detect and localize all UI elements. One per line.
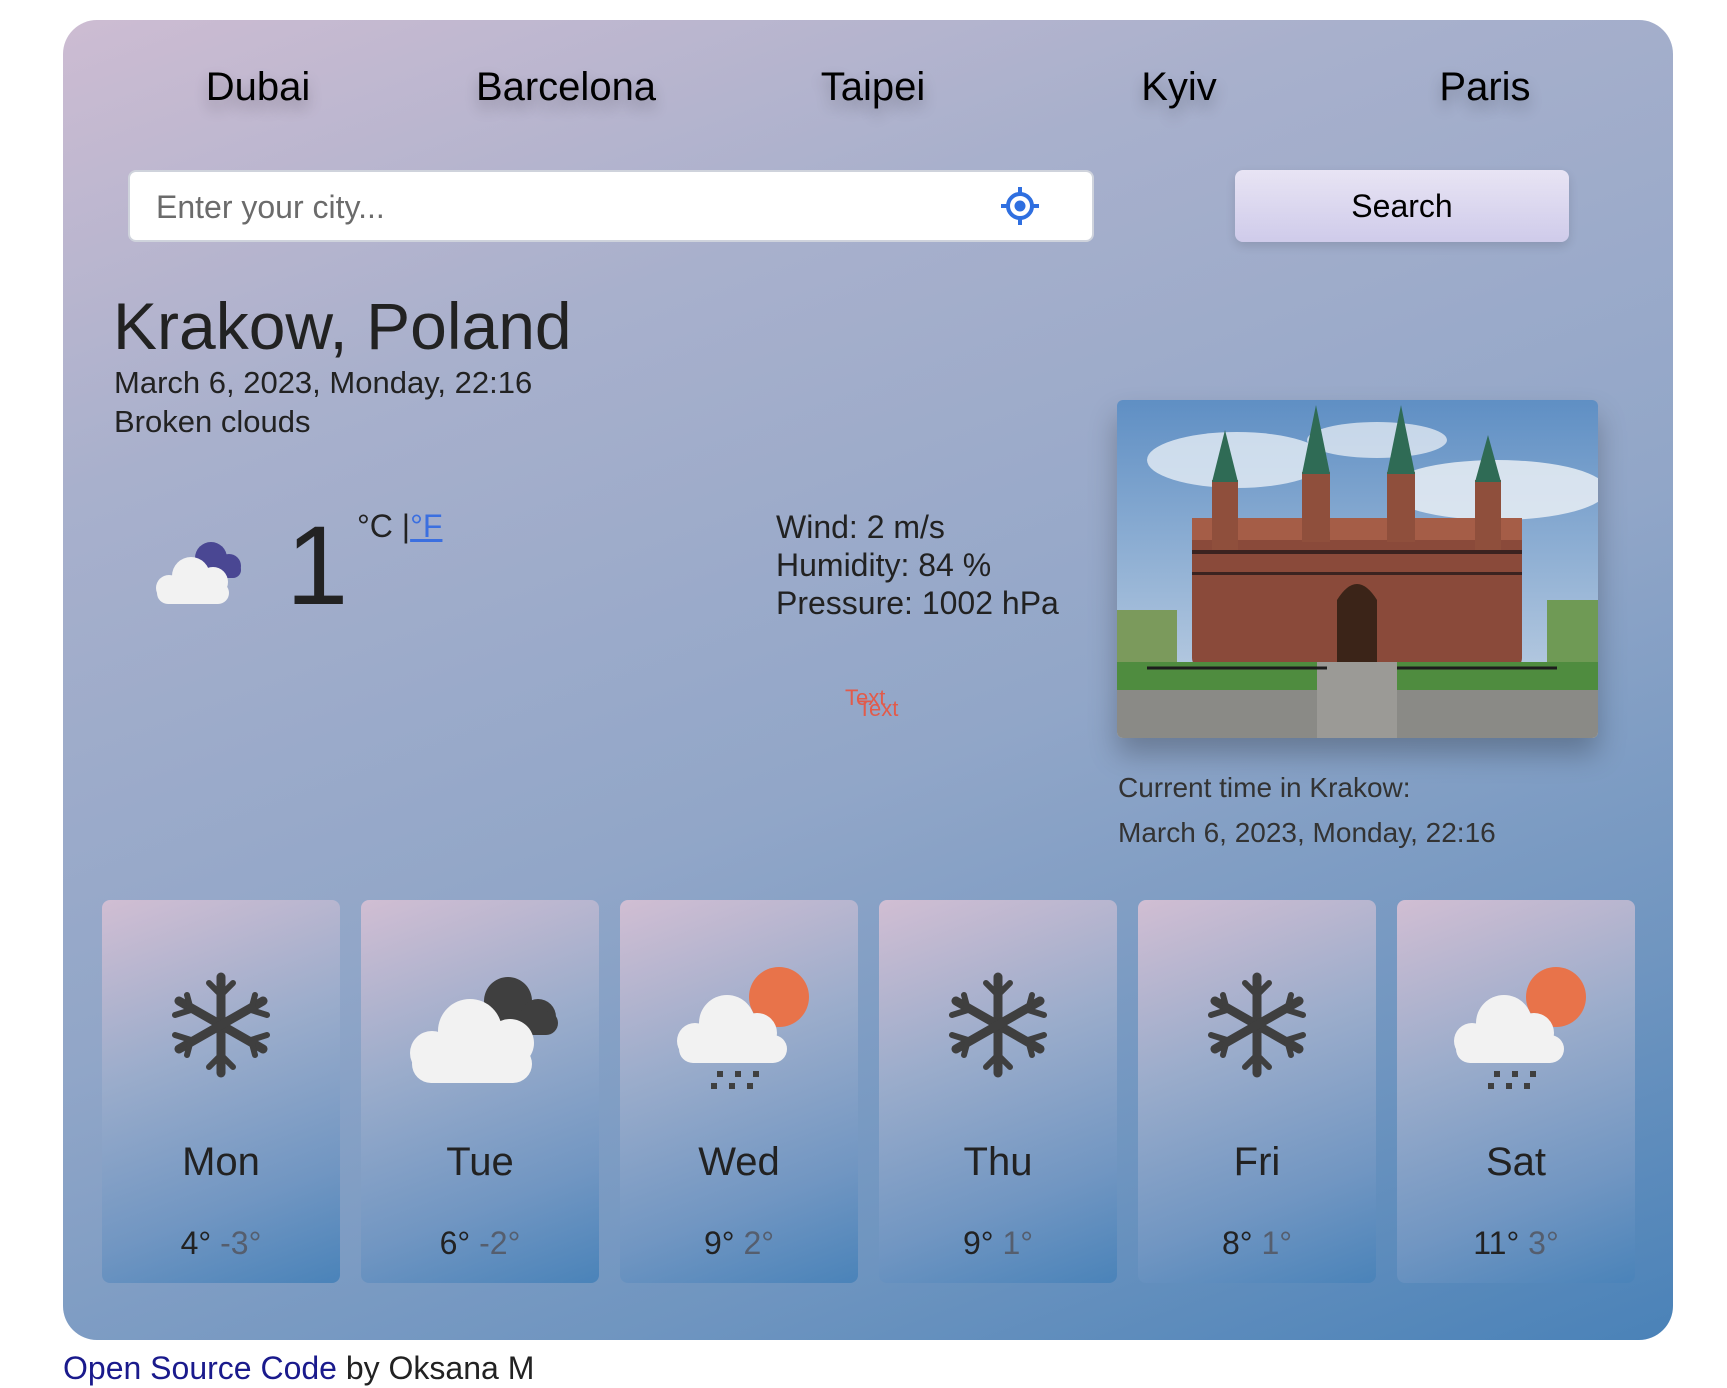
forecast-day-name: Mon xyxy=(182,1140,260,1184)
forecast-min: -3° xyxy=(220,1225,262,1261)
forecast-day-card: Thu 9° 1° xyxy=(879,900,1117,1283)
forecast-day-name: Tue xyxy=(446,1140,514,1184)
location-icon[interactable] xyxy=(1000,186,1040,226)
forecast-day-card: Sat 11° 3° xyxy=(1397,900,1635,1283)
city-photo xyxy=(1117,400,1598,738)
celsius-unit[interactable]: °C | xyxy=(357,508,410,544)
weather-details: Wind: 2 m/s Humidity: 84 % Pressure: 100… xyxy=(776,508,1059,622)
forecast-max: 4° xyxy=(180,1225,212,1261)
forecast-day-name: Wed xyxy=(698,1140,780,1184)
weather-description: Broken clouds xyxy=(114,404,311,439)
forecast-max: 11° xyxy=(1473,1225,1520,1261)
current-temperature: 1 xyxy=(286,503,349,628)
unit-toggle: °C |°F xyxy=(357,508,442,545)
forecast-day-card: Fri 8° 1° xyxy=(1138,900,1376,1283)
forecast-min: 1° xyxy=(1261,1225,1293,1261)
current-time-label: Current time in Krakow: xyxy=(1118,772,1411,803)
city-title: Krakow, Poland xyxy=(113,289,572,363)
current-date: March 6, 2023, Monday, 22:16 xyxy=(114,365,533,400)
city-link-barcelona[interactable]: Barcelona xyxy=(466,65,666,110)
forecast-max: 6° xyxy=(439,1225,471,1261)
forecast-max: 9° xyxy=(703,1225,735,1261)
footer-author: by Oksana M xyxy=(336,1350,535,1386)
forecast-day-name: Fri xyxy=(1233,1140,1281,1184)
fahrenheit-link[interactable]: °F xyxy=(410,508,442,544)
footer: Open Source Code by Oksana M xyxy=(63,1350,534,1387)
forecast-day-name: Sat xyxy=(1485,1140,1547,1184)
rain-sun-icon xyxy=(677,967,809,1089)
city-shortcuts: Dubai Barcelona Taipei Kyiv Paris xyxy=(63,65,1673,155)
pressure-value: Pressure: 1002 hPa xyxy=(776,585,1059,621)
weather-card: Dubai Barcelona Taipei Kyiv Paris Search… xyxy=(63,20,1673,1340)
city-search-input[interactable] xyxy=(154,172,958,242)
forecast-temps: 4° -3° xyxy=(102,1225,340,1262)
forecast-temps: 9° 2° xyxy=(620,1225,858,1262)
forecast-day-card: Mon 4° -3° xyxy=(102,900,340,1283)
broken-clouds-icon xyxy=(410,977,558,1083)
snow-icon xyxy=(172,972,270,1078)
city-link-paris[interactable]: Paris xyxy=(1385,65,1585,110)
rain-sun-icon xyxy=(1454,967,1586,1089)
snow-icon xyxy=(1208,972,1306,1078)
search-box xyxy=(128,170,1094,242)
forecast-day-name: Thu xyxy=(963,1140,1033,1184)
city-link-kyiv[interactable]: Kyiv xyxy=(1079,65,1279,110)
source-code-link[interactable]: Open Source Code xyxy=(63,1350,337,1386)
forecast-temps: 11° 3° xyxy=(1397,1225,1635,1262)
city-link-taipei[interactable]: Taipei xyxy=(773,65,973,110)
current-time-value: March 6, 2023, Monday, 22:16 xyxy=(1118,817,1496,848)
search-button[interactable]: Search xyxy=(1235,170,1569,242)
wind-value: Wind: 2 m/s xyxy=(776,509,945,545)
forecast-min: 1° xyxy=(1002,1225,1034,1261)
forecast-temps: 9° 1° xyxy=(879,1225,1117,1262)
humidity-value: Humidity: 84 % xyxy=(776,547,992,583)
forecast-day-card: Wed 9° 2° xyxy=(620,900,858,1283)
broken-clouds-icon xyxy=(156,542,241,604)
forecast-min: 3° xyxy=(1528,1225,1559,1261)
forecast-min: -2° xyxy=(479,1225,521,1261)
forecast-temps: 8° 1° xyxy=(1138,1225,1376,1262)
forecast-max: 8° xyxy=(1221,1225,1253,1261)
forecast-day-card: Tue 6° -2° xyxy=(361,900,599,1283)
city-link-dubai[interactable]: Dubai xyxy=(158,65,358,110)
forecast-temps: 6° -2° xyxy=(361,1225,599,1262)
forecast-max: 9° xyxy=(962,1225,994,1261)
snow-icon xyxy=(949,972,1047,1078)
forecast-min: 2° xyxy=(743,1225,775,1261)
placeholder-text: Text xyxy=(858,696,899,721)
